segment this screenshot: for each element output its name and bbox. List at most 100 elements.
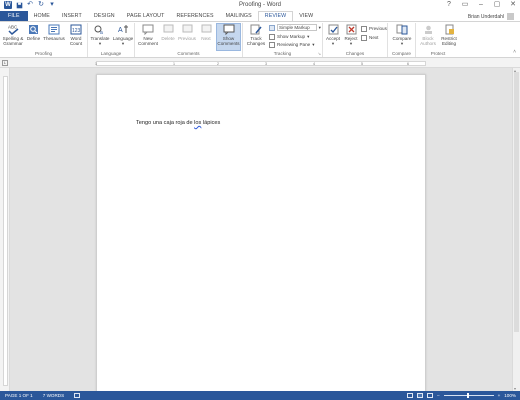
previous-change-button[interactable]: Previous (361, 25, 387, 32)
group-changes: Accept ▾ Reject ▾ Previous Next Changes (323, 23, 388, 57)
scrollbar-thumb[interactable] (514, 72, 519, 332)
user-name: Brian Underdahl (467, 13, 504, 20)
user-account[interactable]: Brian Underdahl (468, 13, 514, 20)
new-comment-label-2: Comment (138, 41, 158, 46)
restrict-editing-button[interactable]: Restrict Editing (439, 24, 459, 46)
next-comment-label: Next (201, 36, 211, 41)
reviewing-pane-icon (269, 41, 275, 48)
word-count-icon: 123 (69, 24, 83, 35)
title-bar: W ↶ ↻ ▾ Proofing - Word ? ▭ – ▢ ✕ (0, 0, 520, 11)
protect-group-label: Protect (430, 51, 446, 56)
reviewing-pane-dropdown-icon: ▾ (312, 41, 315, 47)
delete-comment-icon (161, 24, 175, 35)
group-tracking: Track Changes Simple Markup ▾ Show Marku… (243, 23, 323, 57)
tab-insert[interactable]: INSERT (56, 11, 88, 21)
markup-display-dropdown[interactable]: Simple Markup ▾ (269, 24, 321, 31)
thesaurus-icon (47, 24, 61, 35)
changes-group-label: Changes (345, 51, 365, 56)
status-bar: PAGE 1 OF 1 7 WORDS – + 100% (0, 391, 520, 400)
read-mode-icon[interactable] (407, 393, 413, 398)
tracking-dialog-launcher-icon[interactable]: ↘ (318, 51, 321, 56)
language-group-label: Language (100, 51, 122, 56)
web-layout-icon[interactable] (427, 393, 433, 398)
ruler-number: 6 (407, 62, 409, 66)
zoom-slider[interactable] (443, 393, 494, 398)
word-count[interactable]: 7 WORDS (43, 391, 64, 400)
window-title: Proofing - Word (239, 2, 281, 8)
reviewing-pane-label: Reviewing Pane (277, 42, 311, 47)
new-comment-icon (141, 24, 155, 35)
svg-text:a: a (100, 30, 103, 35)
next-change-button[interactable]: Next (361, 34, 378, 41)
new-comment-button[interactable]: New Comment (137, 24, 159, 46)
print-layout-icon[interactable] (417, 393, 423, 398)
ribbon: ABC Spelling & Grammar Define Thesaurus … (0, 21, 520, 58)
previous-comment-button[interactable]: Previous (177, 24, 197, 41)
proofing-status-icon[interactable] (74, 393, 81, 398)
comments-group-label: Comments (177, 51, 200, 56)
spelling-grammar-button[interactable]: ABC Spelling & Grammar (2, 24, 24, 47)
thesaurus-label: Thesaurus (43, 36, 65, 41)
tab-review[interactable]: REVIEW (257, 11, 294, 21)
help-button[interactable]: ? (444, 0, 454, 10)
document-page[interactable]: Tengo una caja roja de los lápices (96, 74, 426, 394)
reviewing-pane-button[interactable]: Reviewing Pane ▾ (269, 41, 315, 48)
compare-button[interactable]: Compare ▾ (390, 24, 414, 46)
tab-file[interactable]: FILE (0, 11, 28, 21)
next-comment-button[interactable]: Next (198, 24, 214, 41)
accept-button[interactable]: Accept ▾ (324, 24, 342, 46)
ribbon-display-button[interactable]: ▭ (460, 0, 470, 10)
block-authors-button[interactable]: Block Authors (418, 24, 438, 46)
track-changes-button[interactable]: Track Changes (245, 24, 267, 46)
vertical-scrollbar[interactable]: ▴ ▾ (512, 68, 520, 391)
ruler-number: 4 (313, 62, 315, 66)
ruler-number: 3 (265, 62, 267, 66)
previous-comment-icon (180, 24, 194, 35)
tab-design[interactable]: DESIGN (88, 11, 121, 21)
ruler-number: 5 (361, 62, 363, 66)
language-button[interactable]: A Language ▾ (112, 24, 134, 46)
show-markup-icon (269, 33, 275, 40)
zoom-slider-thumb[interactable] (466, 393, 469, 398)
horizontal-ruler[interactable]: L 1 1 2 3 4 5 6 (0, 58, 520, 68)
thesaurus-button[interactable]: Thesaurus (43, 24, 65, 41)
show-markup-button[interactable]: Show Markup ▾ (269, 33, 309, 40)
tab-home[interactable]: HOME (28, 11, 56, 21)
svg-text:123: 123 (72, 28, 81, 34)
maximize-button[interactable]: ▢ (492, 0, 502, 10)
translate-button[interactable]: a Translate ▾ (89, 24, 111, 46)
document-paragraph[interactable]: Tengo una caja roja de los lápices (136, 120, 220, 126)
show-markup-dropdown-icon: ▾ (307, 33, 310, 39)
delete-comment-button[interactable]: Delete (160, 24, 176, 41)
tab-view[interactable]: VIEW (293, 11, 319, 21)
zoom-level[interactable]: 100% (504, 391, 516, 400)
document-canvas: Tengo una caja roja de los lápices ▴ ▾ (10, 68, 520, 394)
close-button[interactable]: ✕ (508, 0, 518, 10)
tab-selector-icon[interactable]: L (2, 60, 8, 66)
tab-mailings[interactable]: MAILINGS (220, 11, 258, 21)
accept-icon (326, 24, 340, 35)
page-count[interactable]: PAGE 1 OF 1 (5, 391, 33, 400)
reject-button[interactable]: Reject ▾ (343, 24, 359, 46)
show-comments-icon (222, 24, 236, 35)
group-protect: Block Authors Restrict Editing Protect (416, 23, 460, 57)
zoom-out-icon[interactable]: – (437, 391, 440, 400)
compare-icon (395, 24, 409, 35)
zoom-in-icon[interactable]: + (498, 391, 501, 400)
collapse-ribbon-icon[interactable]: ˄ (513, 49, 516, 55)
show-comments-button[interactable]: Show Comments (216, 23, 241, 51)
define-button[interactable]: Define (25, 24, 42, 41)
compare-dropdown-icon: ▾ (400, 41, 404, 46)
tab-references[interactable]: REFERENCES (170, 11, 219, 21)
markup-display-icon (269, 24, 275, 31)
word-count-button[interactable]: 123 Word Count (66, 24, 86, 46)
minimize-button[interactable]: – (476, 0, 486, 10)
vertical-ruler[interactable] (0, 68, 10, 391)
spelling-label-2: Grammar (3, 41, 23, 46)
tab-page-layout[interactable]: PAGE LAYOUT (121, 11, 171, 21)
next-change-icon (361, 34, 367, 41)
block-authors-label-2: Authors (420, 41, 436, 46)
track-changes-label-2: Changes (246, 41, 266, 46)
svg-text:ABC: ABC (8, 25, 18, 30)
previous-change-label: Previous (369, 26, 387, 31)
